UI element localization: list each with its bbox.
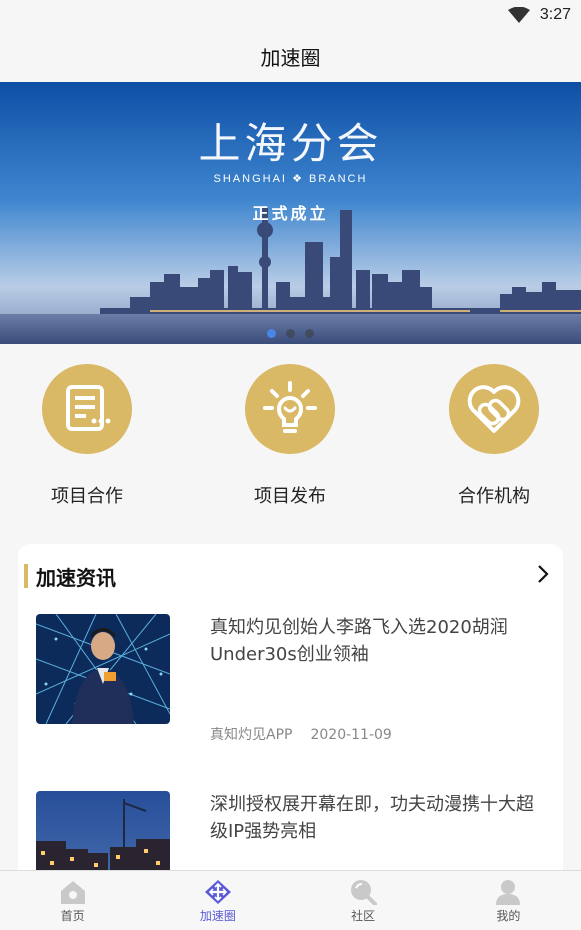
status-bar: 3:27 bbox=[0, 0, 581, 30]
banner-title: 上海分会 bbox=[198, 119, 383, 168]
section-accent-bar bbox=[24, 564, 28, 588]
quick-action-project-publish[interactable]: 项目发布 bbox=[215, 364, 365, 508]
news-item[interactable]: 深圳授权展开幕在即，功夫动漫携十大超级IP强势亮相 bbox=[36, 791, 546, 870]
banner-subtitle: SHANGHAI ❖ BRANCH bbox=[0, 172, 581, 185]
app-screen: 3:27 加速圈 上海分会 SHANGHAI ❖ BRANCH 正式成立 项目合… bbox=[0, 0, 581, 930]
tab-home[interactable]: 首页 bbox=[0, 871, 145, 930]
carousel-dot[interactable] bbox=[286, 329, 295, 338]
community-search-icon bbox=[351, 880, 378, 905]
news-date: 2020-11-09 bbox=[310, 727, 392, 743]
banner-subtitle-left: SHANGHAI bbox=[213, 173, 287, 185]
tab-community[interactable]: 社区 bbox=[291, 871, 436, 930]
quick-action-label: 合作机构 bbox=[458, 486, 530, 507]
tab-accelerate[interactable]: 加速圈 bbox=[145, 871, 290, 930]
home-icon bbox=[60, 881, 85, 904]
diamond-icon: ❖ bbox=[292, 173, 304, 185]
accelerate-icon bbox=[204, 880, 231, 904]
app-header: 加速圈 bbox=[0, 30, 581, 82]
chevron-right-icon[interactable] bbox=[532, 562, 554, 586]
tab-label: 首页 bbox=[60, 909, 85, 923]
news-thumbnail bbox=[36, 614, 170, 724]
page-title: 加速圈 bbox=[260, 45, 321, 70]
wifi-icon bbox=[507, 7, 530, 23]
profile-icon bbox=[496, 880, 521, 905]
news-title[interactable]: 真知灼见创始人李路飞入选2020胡润Under30s创业领袖 bbox=[210, 614, 550, 668]
tab-profile[interactable]: 我的 bbox=[436, 871, 581, 930]
quick-action-label: 项目合作 bbox=[51, 486, 123, 507]
handshake-heart-icon bbox=[449, 364, 539, 454]
main-content: 项目合作 项目发布 合作机构 加速资讯 真知灼见创始人李路飞入选2020胡润Un… bbox=[0, 344, 581, 870]
news-source: 真知灼见APP bbox=[210, 727, 293, 743]
news-thumbnail bbox=[36, 791, 170, 870]
news-header[interactable]: 加速资讯 bbox=[24, 562, 554, 590]
banner-slogan: 正式成立 bbox=[252, 204, 329, 223]
bottom-tab-bar: 首页 加速圈 社区 我的 bbox=[0, 870, 581, 930]
quick-action-project-cooperation[interactable]: 项目合作 bbox=[12, 364, 162, 508]
quick-action-partner-orgs[interactable]: 合作机构 bbox=[419, 364, 569, 508]
banner-subtitle-right: BRANCH bbox=[309, 173, 368, 185]
document-icon bbox=[42, 364, 132, 454]
tab-label: 社区 bbox=[351, 909, 376, 923]
carousel-dot[interactable] bbox=[267, 329, 276, 338]
status-time: 3:27 bbox=[539, 6, 571, 23]
news-item[interactable]: 真知灼见创始人李路飞入选2020胡润Under30s创业领袖 真知灼见APP 20… bbox=[36, 614, 546, 743]
lightbulb-icon bbox=[245, 364, 335, 454]
news-section-title: 加速资讯 bbox=[36, 566, 116, 590]
carousel-indicator[interactable] bbox=[0, 329, 581, 338]
banner-carousel[interactable]: 上海分会 SHANGHAI ❖ BRANCH 正式成立 bbox=[0, 82, 581, 344]
carousel-dot[interactable] bbox=[305, 329, 314, 338]
news-title[interactable]: 深圳授权展开幕在即，功夫动漫携十大超级IP强势亮相 bbox=[210, 791, 550, 845]
quick-action-label: 项目发布 bbox=[254, 486, 326, 507]
news-section: 加速资讯 真知灼见创始人李路飞入选2020胡润Under30s创业领袖 真知灼见… bbox=[18, 544, 563, 870]
news-meta: 真知灼见APP 2020-11-09 bbox=[210, 724, 392, 744]
quick-actions: 项目合作 项目发布 合作机构 bbox=[0, 364, 581, 514]
tab-label: 加速圈 bbox=[199, 909, 236, 923]
tab-label: 我的 bbox=[496, 909, 521, 923]
